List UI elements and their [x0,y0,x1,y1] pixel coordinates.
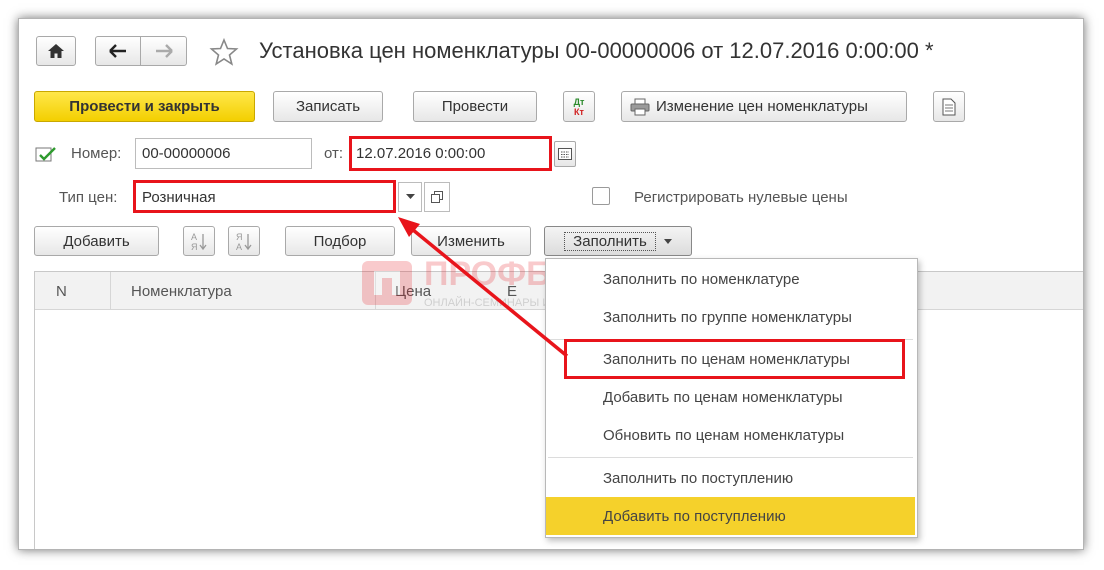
annotation-arrow [398,217,569,358]
document-window: Установка цен номенклатуры 00-00000006 о… [18,18,1084,550]
